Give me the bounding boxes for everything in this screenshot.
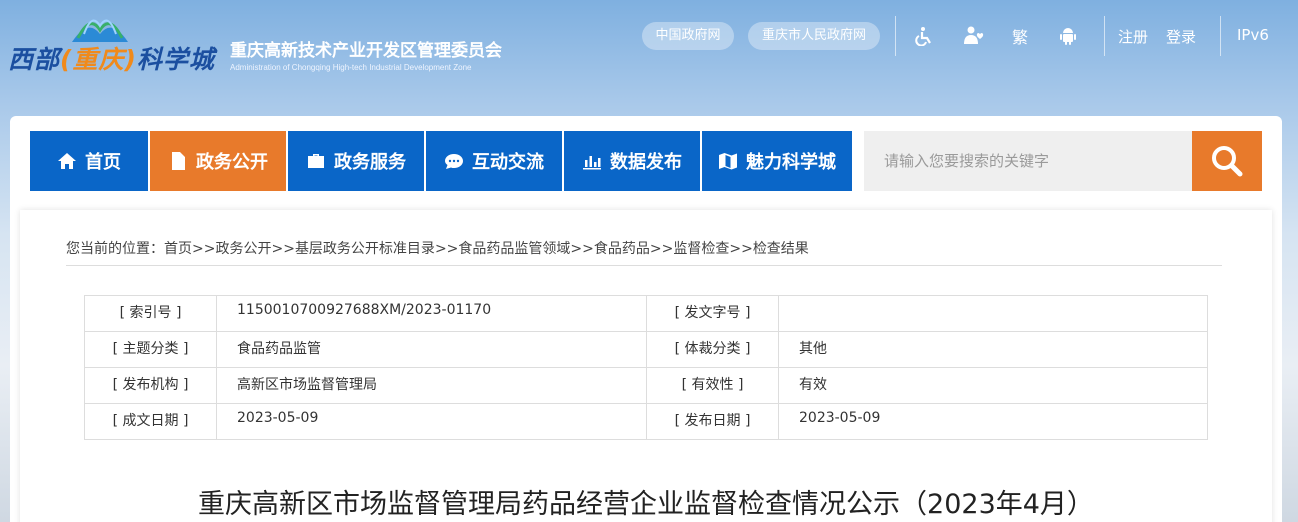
android-icon[interactable] (1056, 24, 1080, 48)
meta-value: 高新区市场监督管理局 (216, 367, 647, 404)
chongqing-gov-link[interactable]: 重庆市人民政府网 (748, 22, 880, 50)
meta-value: 2023-05-09 (216, 403, 647, 440)
divider (1220, 16, 1221, 56)
ipv6-link[interactable]: IPv6 (1237, 26, 1269, 44)
divider (1104, 16, 1105, 56)
home-icon (58, 153, 76, 169)
nav-home[interactable]: 首页 (30, 131, 148, 191)
search-button[interactable] (1192, 131, 1262, 191)
breadcrumb-link-supervision[interactable]: 监督检查 (673, 241, 729, 257)
bar-chart-icon (583, 156, 601, 170)
document-meta-table: [ 索引号 ] 1150010700927688XM/2023-01170 [ … (84, 295, 1208, 440)
site-logo[interactable]: 西部(重庆)科学城 (8, 12, 223, 76)
table-row: [ 索引号 ] 1150010700927688XM/2023-01170 [ … (84, 295, 1208, 332)
search-bar (864, 131, 1262, 191)
table-row: [ 发布机构 ] 高新区市场监督管理局 [ 有效性 ] 有效 (84, 367, 1208, 404)
meta-value (778, 295, 1208, 332)
logo-text: 西部(重庆)科学城 (8, 45, 215, 74)
meta-key: [ 成文日期 ] (84, 403, 217, 440)
meta-value: 1150010700927688XM/2023-01170 (216, 295, 647, 332)
search-icon (1212, 146, 1243, 177)
login-link[interactable]: 登录 (1166, 26, 1196, 47)
meta-value: 有效 (778, 367, 1208, 404)
table-row: [ 主题分类 ] 食品药品监管 [ 体裁分类 ] 其他 (84, 331, 1208, 368)
main-card: 首页 政务公开 政务服务 互动交流 数据发布 魅力科学城 您当前的 (10, 116, 1282, 522)
breadcrumb: 您当前的位置：首页>>政务公开>>基层政务公开标准目录>>食品药品监管领域>>食… (66, 238, 1222, 266)
breadcrumb-link-gov-affairs-open[interactable]: 政务公开 (215, 241, 271, 257)
breadcrumb-link-home[interactable]: 首页 (164, 241, 192, 257)
accessibility-icon[interactable] (912, 24, 936, 48)
meta-value: 食品药品监管 (216, 331, 647, 368)
traditional-chinese-icon[interactable]: 繁 (1008, 24, 1032, 48)
meta-key: [ 索引号 ] (84, 295, 217, 332)
nav-charm-science-city[interactable]: 魅力科学城 (702, 131, 852, 191)
document-icon (172, 152, 185, 170)
breadcrumb-link-food-drug[interactable]: 食品药品 (594, 241, 650, 257)
register-link[interactable]: 注册 (1118, 26, 1148, 47)
meta-value: 其他 (778, 331, 1208, 368)
breadcrumb-link-standard-catalog[interactable]: 基层政务公开标准目录 (295, 241, 435, 257)
org-name-cn: 重庆高新技术产业开发区管理委员会 (230, 41, 502, 61)
divider (895, 16, 896, 56)
org-title: 重庆高新技术产业开发区管理委员会 Administration of Chong… (230, 36, 502, 72)
site-header: 西部(重庆)科学城 重庆高新技术产业开发区管理委员会 Administratio… (0, 0, 1298, 100)
nav-gov-affairs-open[interactable]: 政务公开 (150, 131, 286, 191)
nav-interaction[interactable]: 互动交流 (426, 131, 562, 191)
nav-data-release[interactable]: 数据发布 (564, 131, 700, 191)
main-nav: 首页 政务公开 政务服务 互动交流 数据发布 魅力科学城 (30, 131, 854, 191)
org-name-en: Administration of Chongqing High-tech In… (230, 63, 472, 72)
breadcrumb-link-food-drug-regulation[interactable]: 食品药品监管领域 (458, 241, 570, 257)
breadcrumb-link-results[interactable]: 检查结果 (753, 241, 809, 257)
meta-key: [ 发文字号 ] (646, 295, 779, 332)
map-icon (719, 153, 737, 170)
chat-icon (445, 154, 463, 169)
china-gov-link[interactable]: 中国政府网 (642, 22, 734, 50)
table-row: [ 成文日期 ] 2023-05-09 [ 发布日期 ] 2023-05-09 (84, 403, 1208, 440)
meta-key: [ 有效性 ] (646, 367, 779, 404)
meta-value: 2023-05-09 (778, 403, 1208, 440)
elder-care-icon[interactable] (962, 24, 986, 48)
briefcase-icon (308, 154, 324, 168)
meta-key: [ 体裁分类 ] (646, 331, 779, 368)
meta-key: [ 发布机构 ] (84, 367, 217, 404)
content-panel: 您当前的位置：首页>>政务公开>>基层政务公开标准目录>>食品药品监管领域>>食… (20, 210, 1272, 522)
meta-key: [ 主题分类 ] (84, 331, 217, 368)
search-input[interactable] (864, 131, 1192, 191)
article-title: 重庆高新区市场监督管理局药品经营企业监督检查情况公示（2023年4月） (198, 489, 1094, 520)
nav-gov-services[interactable]: 政务服务 (288, 131, 424, 191)
meta-key: [ 发布日期 ] (646, 403, 779, 440)
